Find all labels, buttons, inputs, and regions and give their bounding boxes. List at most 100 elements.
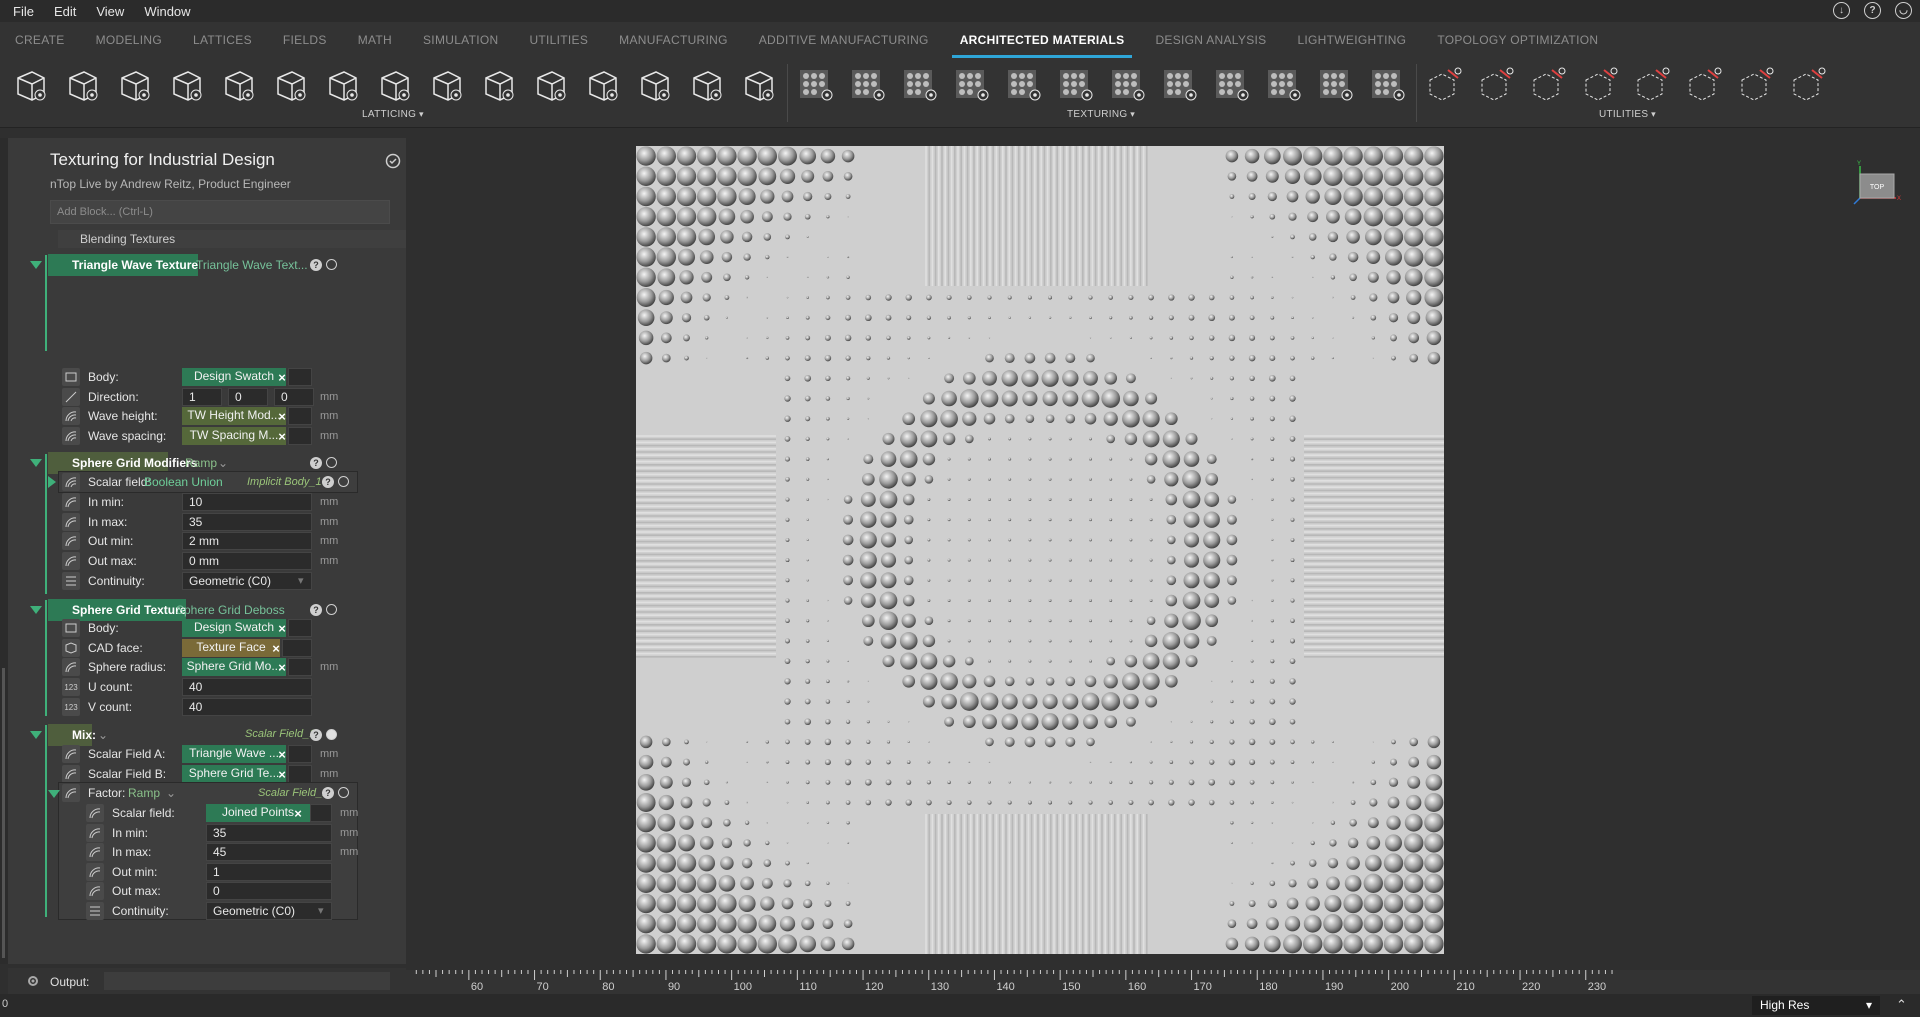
- factor-out-min-input[interactable]: 1: [206, 863, 332, 881]
- chevron-down-icon[interactable]: ⌄: [98, 728, 108, 742]
- body-input-chip[interactable]: Design Swatch: [182, 368, 286, 386]
- collapse-toggle-icon[interactable]: [48, 790, 60, 798]
- block-type[interactable]: Ramp: [185, 456, 217, 470]
- body-input-chip[interactable]: Design Swatch: [182, 619, 286, 637]
- lattice-tool-icon[interactable]: [736, 63, 780, 105]
- tab-additive-manufacturing[interactable]: ADDITIVE MANUFACTURING: [759, 22, 929, 58]
- menu-view[interactable]: View: [86, 4, 134, 19]
- utility-tool-icon[interactable]: [1784, 63, 1828, 105]
- direction-z-input[interactable]: 0: [274, 388, 314, 406]
- collapse-toggle-icon[interactable]: [30, 459, 42, 467]
- lattice-tool-icon[interactable]: [580, 63, 624, 105]
- direction-x-input[interactable]: 1: [182, 388, 222, 406]
- output-toggle-icon[interactable]: [326, 604, 337, 615]
- help-icon[interactable]: ?: [310, 729, 322, 741]
- tab-lightweighting[interactable]: LIGHTWEIGHTING: [1297, 22, 1406, 58]
- factor-out-max-input[interactable]: 0: [206, 882, 332, 900]
- wave-spacing-chip[interactable]: TW Spacing M...: [182, 427, 286, 445]
- utility-tool-icon[interactable]: [1420, 63, 1464, 105]
- help-icon[interactable]: ?: [310, 259, 322, 271]
- chevron-up-icon[interactable]: ⌃: [1896, 997, 1907, 1013]
- scrollbar-thumb[interactable]: [2, 668, 5, 958]
- menu-edit[interactable]: Edit: [44, 4, 86, 19]
- in-max-input[interactable]: 35: [182, 513, 312, 531]
- block-variable-name[interactable]: Scalar Field_1: [245, 728, 315, 740]
- add-block-input[interactable]: Add Block... (Ctrl-L): [50, 200, 390, 224]
- menu-window[interactable]: Window: [134, 4, 200, 19]
- utility-tool-icon[interactable]: [1576, 63, 1620, 105]
- help-icon[interactable]: ?: [310, 604, 322, 616]
- utility-tool-icon[interactable]: [1628, 63, 1672, 105]
- scalar-b-chip[interactable]: Sphere Grid Te...: [182, 765, 286, 783]
- in-min-input[interactable]: 10: [182, 493, 312, 511]
- continuity-select[interactable]: Geometric (C0): [182, 572, 312, 590]
- v-count-input[interactable]: 40: [182, 698, 312, 716]
- tab-create[interactable]: CREATE: [15, 22, 65, 58]
- lattice-tool-icon[interactable]: [320, 63, 364, 105]
- settings-icon[interactable]: [26, 974, 40, 988]
- texture-tool-icon[interactable]: [1366, 63, 1410, 105]
- collapse-toggle-icon[interactable]: [30, 606, 42, 614]
- output-toggle-icon[interactable]: [338, 476, 349, 487]
- help-icon[interactable]: ?: [1864, 2, 1881, 19]
- menu-file[interactable]: File: [0, 4, 44, 19]
- sphere-radius-chip[interactable]: Sphere Grid Mo...: [182, 658, 286, 676]
- tab-design-analysis[interactable]: DESIGN ANALYSIS: [1155, 22, 1266, 58]
- texture-tool-icon[interactable]: [898, 63, 942, 105]
- lattice-tool-icon[interactable]: [632, 63, 676, 105]
- tab-fields[interactable]: FIELDS: [283, 22, 327, 58]
- texturing-group-label[interactable]: TEXTURING: [1067, 109, 1135, 120]
- triangle-wave-header[interactable]: Triangle Wave Texture Triangle Wave Text…: [48, 254, 408, 276]
- tab-manufacturing[interactable]: MANUFACTURING: [619, 22, 728, 58]
- chevron-down-icon[interactable]: ⌄: [166, 786, 176, 800]
- texture-tool-icon[interactable]: [1314, 63, 1358, 105]
- tab-math[interactable]: MATH: [358, 22, 392, 58]
- utility-tool-icon[interactable]: [1472, 63, 1516, 105]
- help-icon[interactable]: ?: [310, 457, 322, 469]
- clear-icon[interactable]: ×: [290, 804, 306, 822]
- output-toggle-icon[interactable]: [326, 259, 337, 270]
- block-variable-name[interactable]: Sphere Grid Deboss: [176, 603, 285, 617]
- block-variable-name[interactable]: Triangle Wave Text...: [196, 258, 308, 272]
- factor-in-max-input[interactable]: 45: [206, 843, 332, 861]
- out-min-input[interactable]: 2 mm: [182, 532, 312, 550]
- texture-tool-icon[interactable]: [794, 63, 838, 105]
- texture-tool-icon[interactable]: [950, 63, 994, 105]
- lattice-tool-icon[interactable]: [216, 63, 260, 105]
- tab-architected-materials[interactable]: ARCHITECTED MATERIALS: [951, 22, 1133, 58]
- scalar-field-value[interactable]: Boolean Union: [144, 475, 223, 489]
- latticing-group-label[interactable]: LATTICING: [362, 109, 424, 120]
- factor-continuity-select[interactable]: Geometric (C0): [206, 902, 332, 920]
- tab-topology-optimization[interactable]: TOPOLOGY OPTIMIZATION: [1437, 22, 1598, 58]
- tab-lattices[interactable]: LATTICES: [193, 22, 252, 58]
- refresh-icon[interactable]: [384, 152, 402, 170]
- lattice-tool-icon[interactable]: [372, 63, 416, 105]
- scalar-a-chip[interactable]: Triangle Wave ...: [182, 745, 286, 763]
- lattice-tool-icon[interactable]: [112, 63, 156, 105]
- chevron-down-icon[interactable]: ▾: [318, 904, 324, 917]
- block-variable-name[interactable]: Scalar Field_2: [258, 787, 328, 799]
- account-icon[interactable]: ◡: [1895, 2, 1912, 19]
- texture-render[interactable]: [636, 146, 1444, 954]
- panel-scrollbar[interactable]: [0, 138, 8, 964]
- chevron-down-icon[interactable]: ▾: [298, 574, 304, 587]
- factor-in-min-input[interactable]: 35: [206, 824, 332, 842]
- lattice-tool-icon[interactable]: [60, 63, 104, 105]
- texture-tool-icon[interactable]: [1106, 63, 1150, 105]
- 3d-viewport[interactable]: Y X TOP: [406, 128, 1920, 976]
- utility-tool-icon[interactable]: [1732, 63, 1776, 105]
- view-cube[interactable]: Y X TOP: [1844, 158, 1904, 218]
- help-icon[interactable]: ?: [322, 787, 334, 799]
- output-toggle-icon[interactable]: [338, 787, 349, 798]
- factor-type[interactable]: Ramp: [128, 786, 160, 800]
- texture-tool-icon[interactable]: [1054, 63, 1098, 105]
- lattice-tool-icon[interactable]: [164, 63, 208, 105]
- texture-tool-icon[interactable]: [1262, 63, 1306, 105]
- tab-modeling[interactable]: MODELING: [96, 22, 162, 58]
- texture-tool-icon[interactable]: [1210, 63, 1254, 105]
- utilities-group-label[interactable]: UTILITIES: [1599, 109, 1656, 120]
- texture-tool-icon[interactable]: [846, 63, 890, 105]
- output-toggle-icon[interactable]: [326, 729, 337, 740]
- expand-toggle-icon[interactable]: [48, 476, 56, 488]
- wave-height-chip[interactable]: TW Height Mod...: [182, 407, 286, 425]
